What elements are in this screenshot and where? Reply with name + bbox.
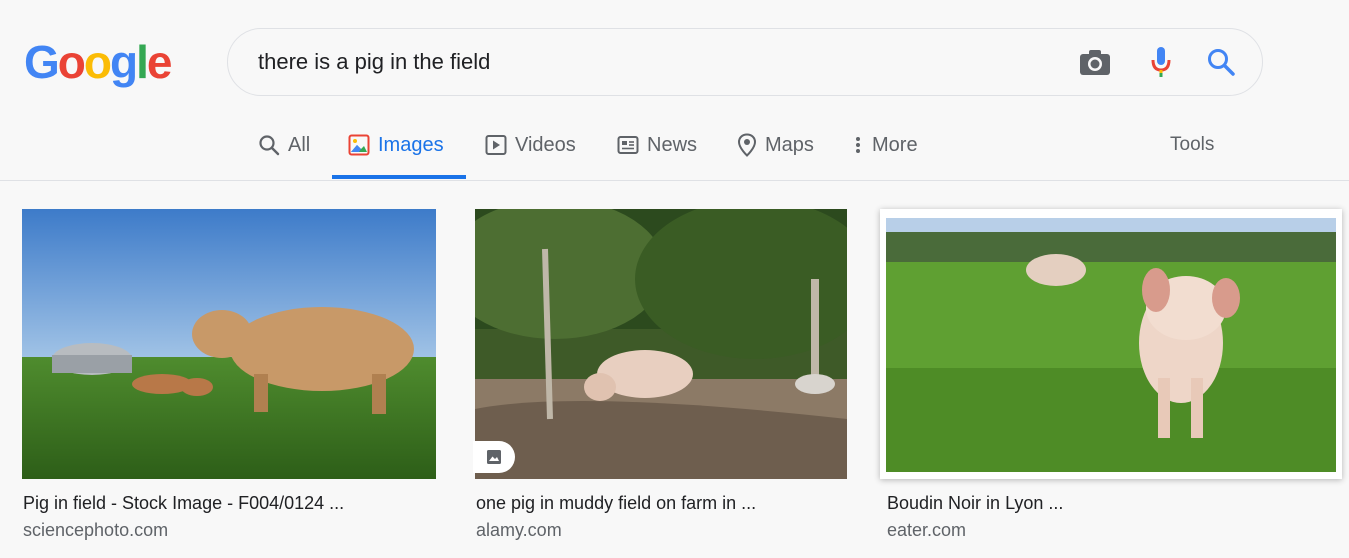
tab-label: Images xyxy=(378,133,444,156)
logo-letter: o xyxy=(57,36,86,88)
image-icon xyxy=(487,450,501,464)
search-icon xyxy=(259,135,280,156)
image-icon xyxy=(348,134,370,156)
tab-maps[interactable]: Maps xyxy=(737,112,814,178)
tab-label: News xyxy=(647,133,698,156)
pig-image xyxy=(22,209,436,479)
camera-icon[interactable] xyxy=(1076,43,1114,81)
result-caption[interactable]: Boudin Noir in Lyon ... xyxy=(887,493,1063,514)
tab-label: Videos xyxy=(515,133,576,156)
search-box xyxy=(227,28,1263,96)
map-pin-icon xyxy=(737,133,757,157)
tab-label: More xyxy=(872,133,918,156)
pig-image xyxy=(475,209,847,479)
image-badge xyxy=(473,441,515,473)
logo-letter: e xyxy=(146,36,173,88)
header: Google All Images Videos News xyxy=(0,0,1349,181)
mic-icon[interactable] xyxy=(1142,43,1180,81)
logo-letter: g xyxy=(110,36,138,88)
tab-news[interactable]: News xyxy=(617,112,697,178)
result-card-selected[interactable] xyxy=(880,209,1342,479)
tab-label: All xyxy=(288,133,311,156)
tools-button[interactable]: Tools xyxy=(1170,112,1214,178)
logo-letter: G xyxy=(24,36,60,88)
search-input[interactable] xyxy=(258,29,1018,95)
search-tabs: All Images Videos News Maps More Tools xyxy=(0,112,1349,180)
pig-image xyxy=(886,218,1336,472)
result-source[interactable]: sciencephoto.com xyxy=(23,520,168,541)
news-icon xyxy=(617,136,639,154)
logo-letter: l xyxy=(136,36,149,88)
tab-videos[interactable]: Videos xyxy=(485,112,576,178)
active-tab-indicator xyxy=(332,175,466,179)
more-vert-icon xyxy=(856,137,860,153)
tab-all[interactable]: All xyxy=(258,112,310,178)
play-icon xyxy=(485,135,507,155)
result-source[interactable]: alamy.com xyxy=(476,520,562,541)
result-thumbnail[interactable] xyxy=(22,209,436,479)
result-caption[interactable]: Pig in field - Stock Image - F004/0124 .… xyxy=(23,493,344,514)
logo-letter: o xyxy=(83,36,112,88)
tab-more[interactable]: More xyxy=(852,112,918,178)
tab-images[interactable]: Images xyxy=(348,112,444,178)
result-thumbnail[interactable] xyxy=(475,209,847,479)
google-logo[interactable]: Google xyxy=(24,36,173,88)
result-caption[interactable]: one pig in muddy field on farm in ... xyxy=(476,493,756,514)
search-icon[interactable] xyxy=(1202,43,1240,81)
result-source[interactable]: eater.com xyxy=(887,520,966,541)
tab-label: Maps xyxy=(765,133,814,156)
